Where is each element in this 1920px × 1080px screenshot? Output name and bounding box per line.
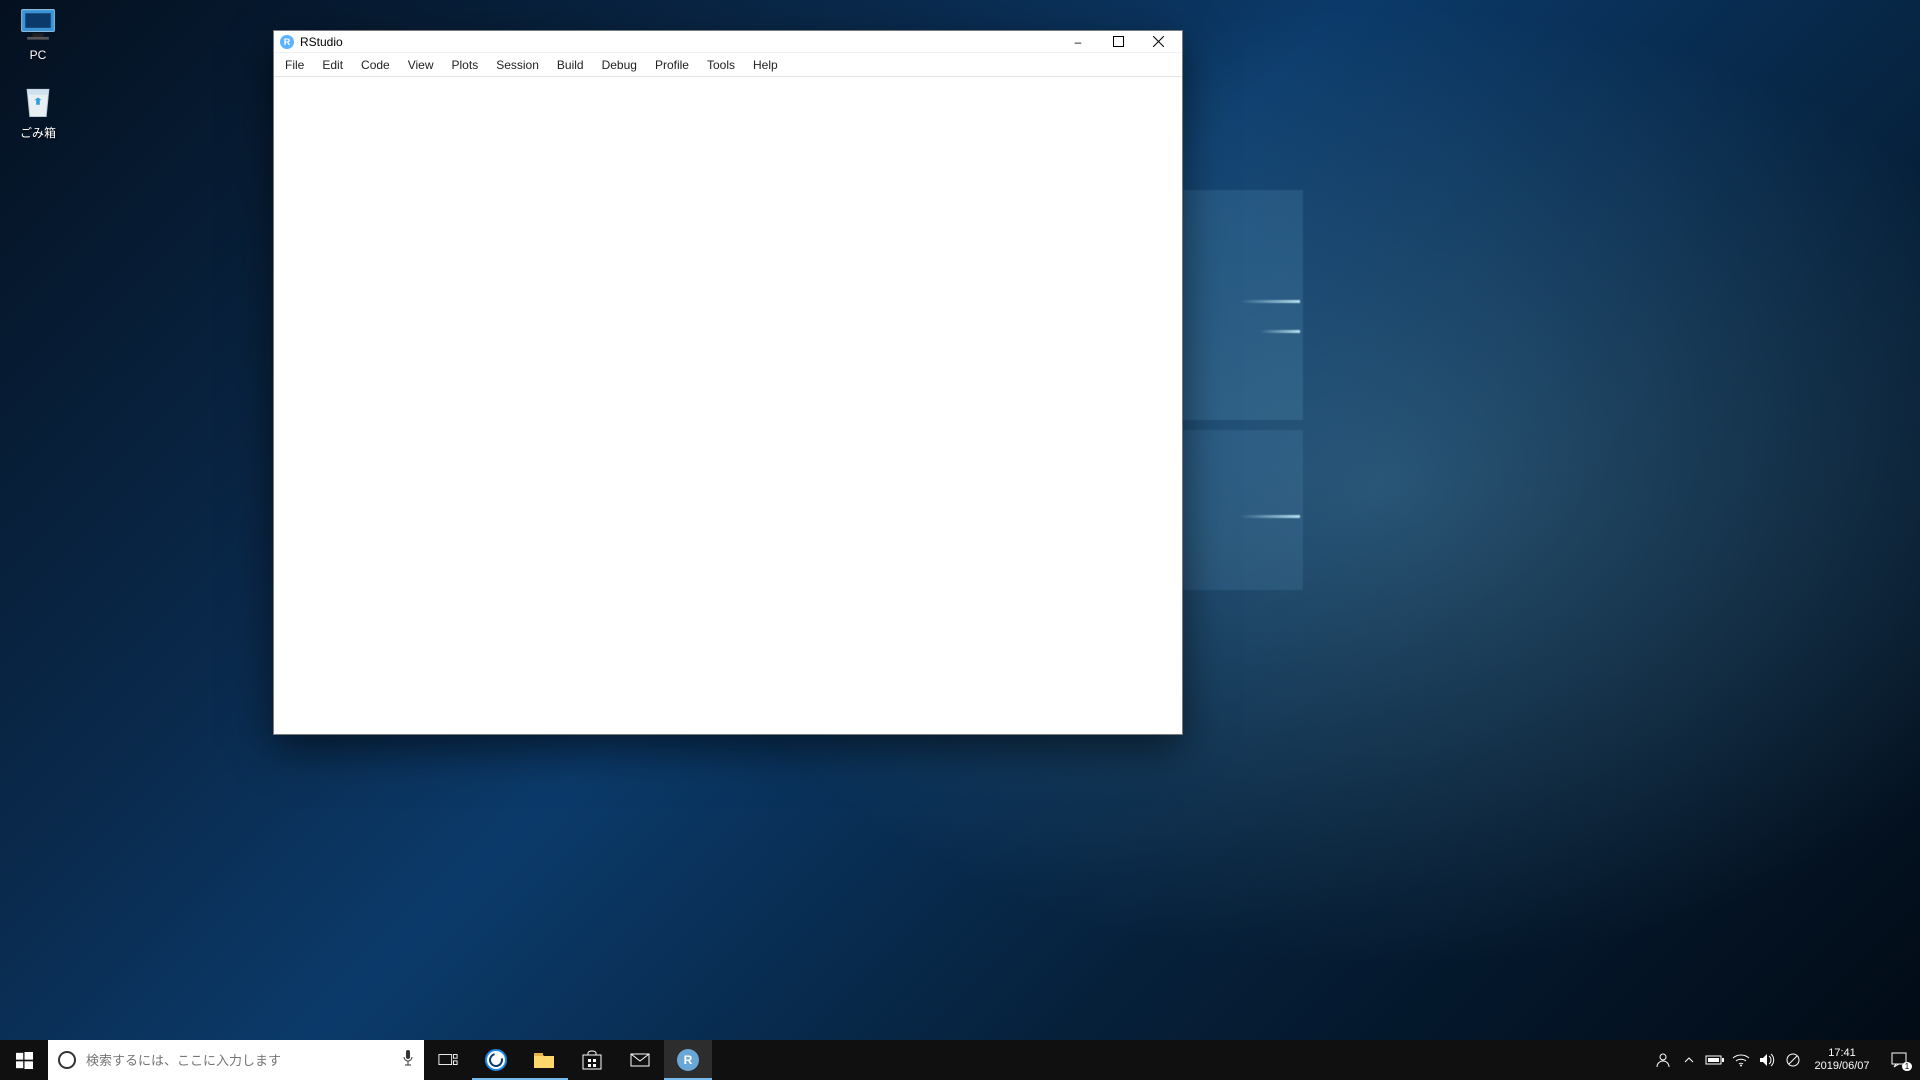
tray-battery[interactable] [1702,1040,1728,1080]
windows-logo-icon [16,1052,33,1069]
maximize-button[interactable] [1098,31,1138,53]
battery-icon [1705,1054,1725,1066]
close-button[interactable] [1138,31,1178,53]
rstudio-icon: R [677,1049,699,1071]
menu-code[interactable]: Code [352,56,399,74]
rstudio-app-icon: R [280,35,294,49]
recycle-bin-icon [16,82,60,122]
menubar: File Edit Code View Plots Session Build … [274,53,1182,77]
search-input[interactable] [86,1053,402,1068]
tray-time: 17:41 [1828,1047,1856,1060]
pc-icon [16,6,60,46]
taskbar-app-file-explorer[interactable] [520,1040,568,1080]
menu-profile[interactable]: Profile [646,56,698,74]
microphone-icon[interactable] [402,1049,414,1071]
taskbar-app-edge[interactable] [472,1040,520,1080]
ms-store-icon [580,1048,604,1072]
menu-edit[interactable]: Edit [313,56,352,74]
start-button[interactable] [0,1040,48,1080]
people-icon [1654,1051,1672,1069]
menu-help[interactable]: Help [744,56,787,74]
menu-debug[interactable]: Debug [593,56,646,74]
taskbar-app-mail[interactable] [616,1040,664,1080]
rstudio-window: R RStudio – File Edit Code View Plots Se… [273,30,1183,735]
mail-icon [628,1048,652,1072]
menu-file[interactable]: File [276,56,313,74]
tray-date: 2019/06/07 [1814,1060,1869,1073]
taskbar-app-rstudio[interactable]: R [664,1040,712,1080]
task-view-button[interactable] [424,1040,472,1080]
tray-wifi[interactable] [1728,1040,1754,1080]
tray-status[interactable] [1780,1040,1806,1080]
volume-icon [1758,1052,1776,1068]
cortana-icon [58,1051,76,1069]
desktop-icon-recycle-bin[interactable]: ごみ箱 [0,82,76,141]
titlebar[interactable]: R RStudio – [274,31,1182,53]
tray-volume[interactable] [1754,1040,1780,1080]
no-entry-icon [1786,1053,1800,1067]
minimize-button[interactable]: – [1058,31,1098,53]
menu-view[interactable]: View [399,56,443,74]
edge-icon [485,1049,507,1071]
system-tray: 17:41 2019/06/07 1 [1650,1040,1920,1080]
file-explorer-icon [532,1048,556,1072]
menu-build[interactable]: Build [548,56,593,74]
menu-session[interactable]: Session [487,56,548,74]
window-title: RStudio [300,35,343,49]
desktop-icon-pc[interactable]: PC [0,6,76,62]
window-content [274,77,1182,734]
menu-plots[interactable]: Plots [443,56,488,74]
wifi-icon [1732,1053,1750,1067]
search-box[interactable] [48,1040,424,1080]
task-view-icon [438,1050,458,1070]
taskbar: R 17:41 2019/06/07 1 [0,1040,1920,1080]
taskbar-app-ms-store[interactable] [568,1040,616,1080]
tray-clock[interactable]: 17:41 2019/06/07 [1806,1040,1878,1080]
close-icon [1153,36,1164,47]
chevron-up-icon [1683,1054,1695,1066]
desktop-icon-label: ごみ箱 [0,124,76,141]
desktop-icon-label: PC [0,48,76,62]
tray-action-center[interactable]: 1 [1878,1040,1920,1080]
tray-people[interactable] [1650,1040,1676,1080]
tray-chevron[interactable] [1676,1040,1702,1080]
notification-badge: 1 [1902,1062,1912,1071]
maximize-icon [1113,36,1124,47]
menu-tools[interactable]: Tools [698,56,744,74]
